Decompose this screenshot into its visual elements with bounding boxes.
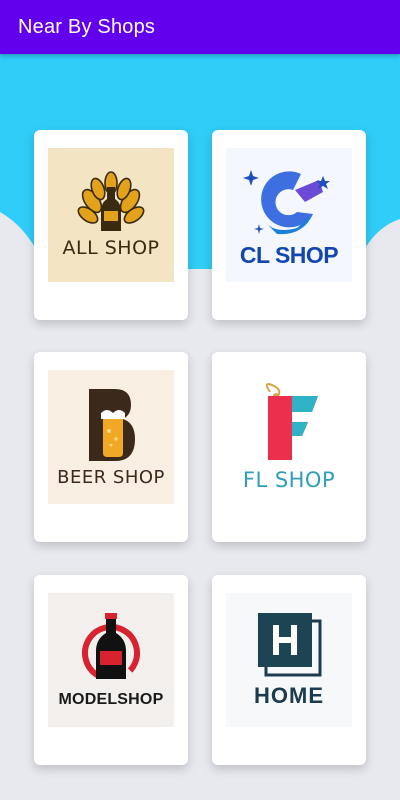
shop-logo: ALL SHOP [48, 148, 174, 282]
h-square-icon [258, 613, 322, 677]
app-bar: Near By Shops [0, 0, 400, 54]
beer-glass-b-icon [89, 388, 135, 461]
shop-name: MODELSHOP [58, 691, 164, 708]
bottle-ring-icon [82, 613, 140, 682]
price-tag-f-icon [265, 383, 318, 460]
shop-logo: CL SHOP [226, 148, 352, 282]
beer-bottle-wheat-icon [77, 171, 145, 231]
shop-logo: BEER SHOP [48, 370, 174, 504]
shop-name: FL SHOP [242, 468, 336, 492]
shop-card-home[interactable]: HOME [212, 575, 366, 765]
shop-card-beer-shop[interactable]: BEER SHOP [34, 352, 188, 542]
shop-name: ALL SHOP [62, 237, 160, 259]
cl-swirl-icon [243, 169, 330, 234]
shop-logo: FL SHOP [226, 370, 352, 504]
shop-name: HOME [254, 683, 324, 708]
shop-logo: HOME [226, 593, 352, 727]
shop-card-modelshop[interactable]: MODELSHOP [34, 575, 188, 765]
shop-card-all-shop[interactable]: ALL SHOP [34, 130, 188, 320]
shop-name: BEER SHOP [57, 466, 165, 488]
shop-logo: MODELSHOP [48, 593, 174, 727]
shop-card-fl-shop[interactable]: FL SHOP [212, 352, 366, 542]
app-title: Near By Shops [18, 15, 156, 38]
shop-name: CL SHOP [239, 241, 339, 268]
shop-card-cl-shop[interactable]: CL SHOP [212, 130, 366, 320]
